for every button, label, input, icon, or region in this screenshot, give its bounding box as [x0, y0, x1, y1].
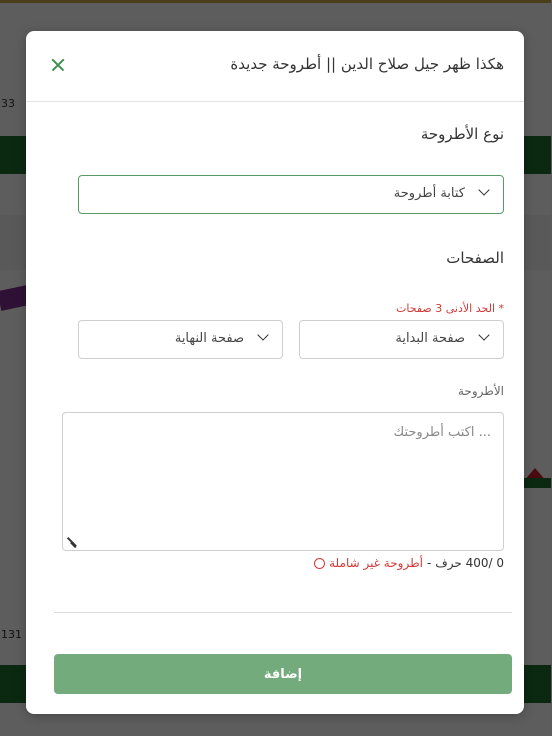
char-counter: 0 /400 حرف: [436, 556, 505, 570]
footer-divider: [55, 612, 513, 613]
thesis-placeholder: ... اكتب أطروحتك: [394, 425, 492, 440]
thesis-type-select[interactable]: كتابة أطروحة: [79, 175, 505, 214]
chevron-down-icon: [480, 331, 490, 341]
close-icon[interactable]: [47, 53, 71, 77]
thesis-type-label: نوع الأطروحة: [421, 125, 505, 143]
end-page-select[interactable]: صفحة النهاية: [79, 320, 284, 359]
chevron-down-icon: [259, 331, 269, 341]
thesis-label: الأطروحة: [459, 384, 505, 398]
counter-separator: -: [427, 556, 433, 570]
modal-header: هكذا ظهر جيل صلاح الدين || أطروحة جديدة: [27, 31, 525, 102]
modal-title: هكذا ظهر جيل صلاح الدين || أطروحة جديدة: [231, 55, 505, 73]
new-thesis-modal: هكذا ظهر جيل صلاح الدين || أطروحة جديدة …: [27, 31, 525, 714]
thesis-counter-row: 0 /400 حرف - أطروحة غير شاملة: [315, 556, 505, 570]
pages-min-hint: * الحد الأدنى 3 صفحات: [397, 302, 505, 315]
start-page-select[interactable]: صفحة البداية: [300, 320, 505, 359]
chevron-down-icon: [480, 186, 490, 196]
incomplete-warning: أطروحة غير شاملة: [330, 556, 424, 570]
pages-label: الصفحات: [447, 249, 505, 267]
start-page-value: صفحة البداية: [396, 331, 466, 346]
thesis-type-value: كتابة أطروحة: [394, 186, 466, 201]
warning-circle-icon: [315, 557, 327, 569]
add-button[interactable]: إضافة: [55, 654, 513, 694]
resize-grip-icon[interactable]: [66, 536, 78, 548]
end-page-value: صفحة النهاية: [175, 331, 245, 346]
thesis-textarea[interactable]: ... اكتب أطروحتك: [63, 412, 505, 551]
